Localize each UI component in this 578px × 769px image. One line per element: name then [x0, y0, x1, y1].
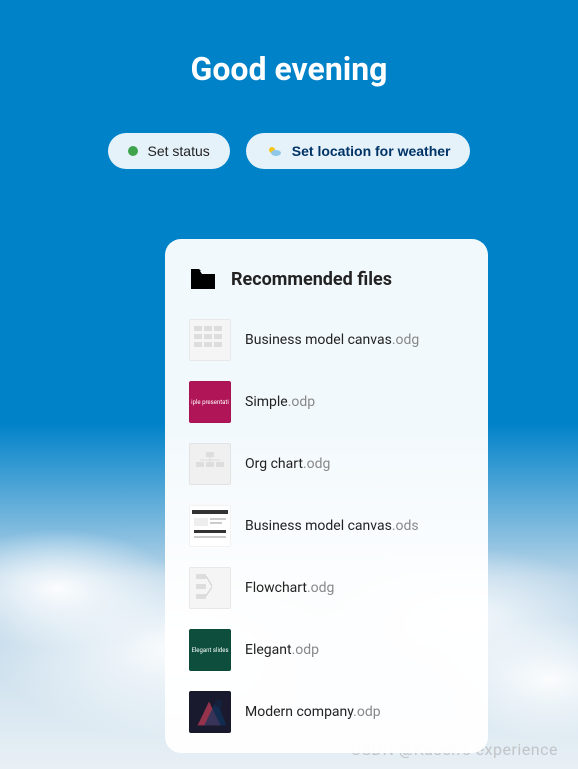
file-item[interactable]: Modern company.odp: [189, 691, 464, 733]
file-name: Elegant.odp: [245, 642, 319, 658]
file-extension: .odp: [288, 394, 315, 410]
set-status-label: Set status: [148, 143, 210, 159]
set-status-button[interactable]: Set status: [108, 133, 230, 169]
action-pills: Set status Set location for weather: [0, 133, 578, 169]
file-thumbnail: [189, 567, 231, 609]
status-dot-icon: [128, 146, 138, 156]
weather-icon: [266, 143, 282, 159]
file-thumbnail: iple presentati: [189, 381, 231, 423]
file-item[interactable]: Business model canvas.ods: [189, 505, 464, 547]
file-extension: .ods: [392, 518, 419, 534]
file-thumbnail: Elegant slides: [189, 629, 231, 671]
file-item[interactable]: Flowchart.odg: [189, 567, 464, 609]
file-name: Flowchart.odg: [245, 580, 334, 596]
file-thumbnail: [189, 319, 231, 361]
card-header: Recommended files: [189, 267, 464, 291]
file-name: Simple.odp: [245, 394, 315, 410]
folder-icon: [189, 267, 217, 291]
file-extension: .odp: [353, 704, 380, 720]
file-thumbnail: [189, 443, 231, 485]
file-extension: .odg: [392, 332, 419, 348]
file-extension: .odp: [292, 642, 319, 658]
recommended-files-card: Recommended files Business model canvas.…: [165, 239, 488, 753]
file-thumbnail: [189, 505, 231, 547]
file-name: Modern company.odp: [245, 704, 381, 720]
file-extension: .odg: [303, 456, 330, 472]
set-weather-button[interactable]: Set location for weather: [246, 133, 471, 169]
file-extension: .odg: [307, 580, 334, 596]
file-item[interactable]: Elegant slides Elegant.odp: [189, 629, 464, 671]
file-name: Business model canvas.ods: [245, 518, 419, 534]
card-title: Recommended files: [231, 269, 392, 290]
file-item[interactable]: Org chart.odg: [189, 443, 464, 485]
file-name: Org chart.odg: [245, 456, 330, 472]
file-list: Business model canvas.odg iple presentati…: [189, 319, 464, 733]
file-item[interactable]: Business model canvas.odg: [189, 319, 464, 361]
file-name: Business model canvas.odg: [245, 332, 419, 348]
greeting-title: Good evening: [0, 0, 578, 88]
file-thumbnail: [189, 691, 231, 733]
set-weather-label: Set location for weather: [292, 143, 451, 159]
file-item[interactable]: iple presentati Simple.odp: [189, 381, 464, 423]
